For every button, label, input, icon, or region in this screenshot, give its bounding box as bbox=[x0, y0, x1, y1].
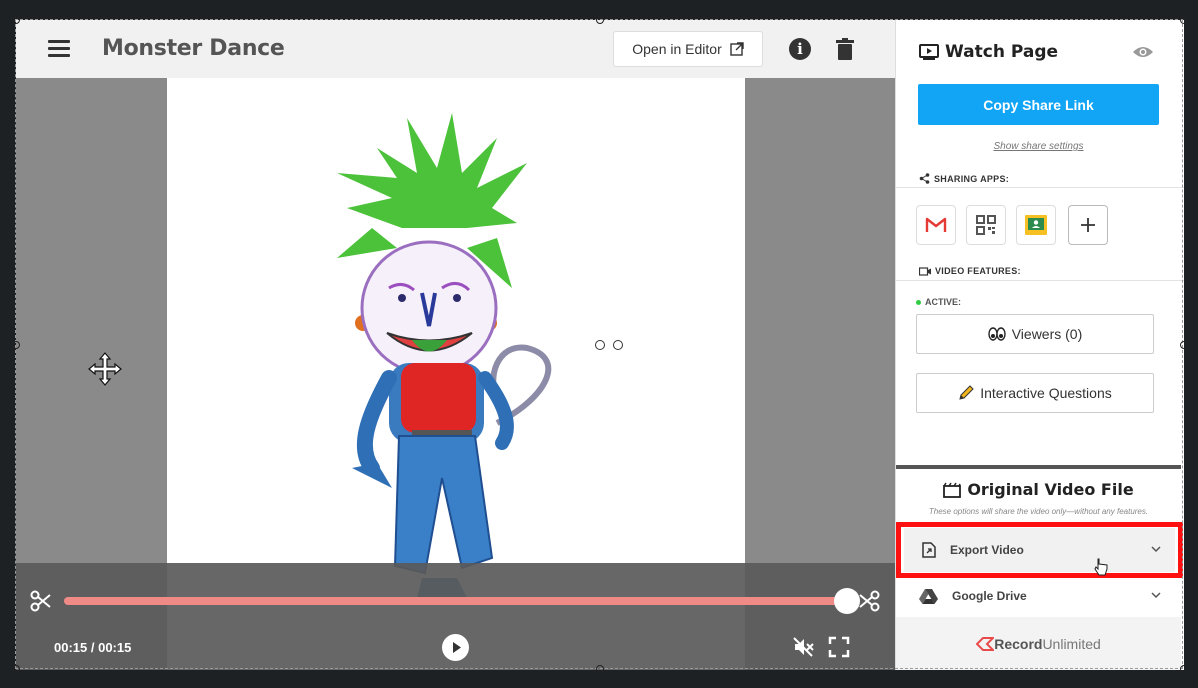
viewers-label: Viewers (0) bbox=[1011, 326, 1083, 342]
google-drive-label: Google Drive bbox=[952, 589, 1027, 603]
eyes-icon bbox=[988, 327, 1006, 341]
page-title: Monster Dance bbox=[102, 36, 285, 61]
open-in-editor-button[interactable]: Open in Editor bbox=[613, 31, 763, 67]
eye-icon[interactable] bbox=[1132, 44, 1154, 60]
trash-icon[interactable] bbox=[836, 38, 854, 60]
watch-page-heading: Watch Page bbox=[919, 42, 1058, 62]
section-divider bbox=[896, 465, 1181, 469]
progress-track[interactable] bbox=[64, 597, 850, 605]
recordunlimited-logo-icon bbox=[976, 636, 995, 651]
top-bar: Monster Dance Open in Editor i bbox=[16, 20, 895, 78]
divider bbox=[896, 280, 1184, 281]
brand-footer: Record Unlimited bbox=[896, 617, 1181, 670]
selection-point-icon[interactable] bbox=[613, 340, 623, 350]
mute-icon[interactable] bbox=[792, 636, 814, 658]
google-drive-icon bbox=[919, 589, 938, 604]
recording-frame: Monster Dance Open in Editor i 00:15 / 0… bbox=[16, 20, 1184, 670]
play-button[interactable] bbox=[442, 634, 469, 661]
plus-icon bbox=[1081, 218, 1095, 232]
interactive-questions-button[interactable]: Interactive Questions bbox=[916, 373, 1154, 413]
google-drive-row[interactable]: Google Drive bbox=[904, 574, 1175, 618]
resize-handle-icon[interactable] bbox=[1180, 16, 1188, 24]
export-file-icon bbox=[922, 542, 936, 558]
export-video-row[interactable]: Export Video bbox=[904, 528, 1175, 572]
interactive-questions-label: Interactive Questions bbox=[980, 385, 1112, 401]
export-video-label: Export Video bbox=[950, 543, 1024, 557]
scissors-icon[interactable] bbox=[858, 590, 880, 612]
video-features-heading: VIDEO FEATURES: bbox=[919, 266, 1021, 276]
active-features-heading: ACTIVE: bbox=[916, 297, 961, 307]
divider bbox=[896, 187, 1184, 188]
show-share-settings-link[interactable]: Show share settings bbox=[896, 141, 1181, 152]
resize-handle-icon[interactable] bbox=[596, 16, 604, 24]
move-icon[interactable] bbox=[88, 352, 122, 386]
copy-share-link-button[interactable]: Copy Share Link bbox=[918, 84, 1159, 125]
video-player: Monster Dance Open in Editor i 00:15 / 0… bbox=[16, 20, 895, 670]
share-panel: Watch Page Copy Share Link Show share se… bbox=[895, 20, 1184, 670]
qr-code-icon bbox=[976, 215, 996, 235]
scissors-icon[interactable] bbox=[30, 590, 52, 612]
qr-code-app-button[interactable] bbox=[966, 205, 1006, 245]
brand-name-light: Unlimited bbox=[1042, 635, 1101, 652]
selection-point-icon[interactable] bbox=[595, 340, 605, 350]
chevron-down-icon bbox=[1151, 592, 1161, 599]
brand-name-bold: Record bbox=[994, 635, 1043, 652]
player-controls: 00:15 / 00:15 bbox=[16, 563, 895, 670]
watch-page-icon bbox=[919, 44, 939, 60]
play-icon bbox=[453, 642, 461, 653]
resize-handle-icon[interactable] bbox=[1180, 665, 1188, 673]
add-app-button[interactable] bbox=[1068, 205, 1108, 245]
original-note: These options will share the video only—… bbox=[928, 507, 1149, 516]
share-icon bbox=[919, 173, 930, 184]
resize-handle-icon[interactable] bbox=[12, 16, 20, 24]
menu-icon[interactable] bbox=[48, 40, 70, 58]
chevron-down-icon bbox=[1151, 546, 1161, 553]
info-icon[interactable]: i bbox=[789, 38, 811, 60]
active-label: ACTIVE: bbox=[925, 297, 961, 307]
sharing-apps-label: SHARING APPS: bbox=[934, 173, 1010, 184]
time-display: 00:15 / 00:15 bbox=[54, 640, 132, 655]
pointer-cursor-icon bbox=[1094, 558, 1108, 576]
external-link-icon bbox=[730, 42, 744, 56]
watch-page-label: Watch Page bbox=[945, 42, 1059, 62]
sharing-apps-heading: SHARING APPS: bbox=[919, 173, 1009, 184]
original-video-file-label: Original Video File bbox=[967, 480, 1134, 499]
progress-knob[interactable] bbox=[834, 588, 860, 614]
resize-handle-icon[interactable] bbox=[1180, 341, 1188, 349]
video-features-label: VIDEO FEATURES: bbox=[935, 266, 1021, 276]
google-classroom-app-button[interactable] bbox=[1016, 205, 1056, 245]
video-camera-icon bbox=[919, 266, 931, 276]
viewers-button[interactable]: Viewers (0) bbox=[916, 314, 1154, 354]
gmail-icon bbox=[925, 217, 947, 232]
pencil-icon bbox=[959, 385, 974, 400]
film-icon bbox=[943, 482, 962, 498]
google-classroom-icon bbox=[1025, 215, 1047, 235]
resize-handle-icon[interactable] bbox=[12, 341, 20, 349]
resize-handle-icon[interactable] bbox=[12, 665, 20, 673]
gmail-app-button[interactable] bbox=[916, 205, 956, 245]
open-in-editor-label: Open in Editor bbox=[632, 41, 722, 57]
fullscreen-icon[interactable] bbox=[828, 636, 850, 658]
active-dot-icon bbox=[916, 299, 921, 305]
resize-handle-icon[interactable] bbox=[596, 665, 604, 673]
original-video-file-heading: Original Video File bbox=[896, 480, 1181, 499]
